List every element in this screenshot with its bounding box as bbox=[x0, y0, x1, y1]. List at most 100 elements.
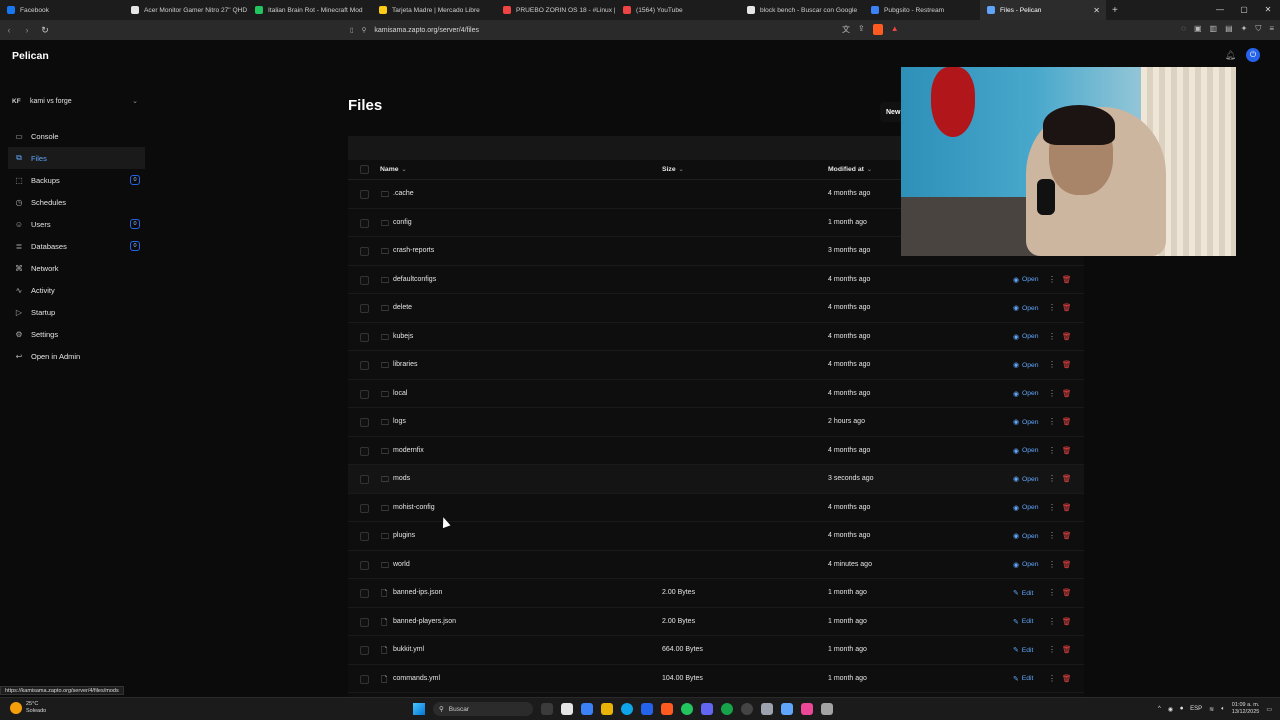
server-selector[interactable]: KF kami vs forge ⌄ bbox=[12, 94, 144, 108]
rewards-icon[interactable]: ▲ bbox=[891, 24, 899, 35]
open-button[interactable]: ◉Open bbox=[1013, 504, 1039, 512]
sidebar-toggle-icon[interactable]: ▥ bbox=[1210, 24, 1218, 34]
file-explorer-icon[interactable] bbox=[601, 703, 613, 715]
more-options-icon[interactable]: ⋮ bbox=[1048, 275, 1056, 284]
obs-icon[interactable] bbox=[741, 703, 753, 715]
table-row[interactable]: 🗀︎ defaultconfigs 4 months ago ◉ Open ⋮ 🗑︎ bbox=[348, 266, 1084, 294]
file-name[interactable]: defaultconfigs bbox=[393, 276, 436, 283]
open-button[interactable]: ◉Open bbox=[1013, 390, 1039, 398]
file-name[interactable]: commands.yml bbox=[393, 675, 440, 682]
clock[interactable]: 01:09 a. m. 13/12/2025 bbox=[1232, 702, 1260, 716]
open-button[interactable]: ◉Open bbox=[1013, 361, 1039, 370]
more-options-icon[interactable]: ⋮ bbox=[1048, 303, 1056, 312]
back-icon[interactable]: ‹ bbox=[0, 25, 18, 35]
more-options-icon[interactable]: ⋮ bbox=[1048, 617, 1056, 626]
trash-icon[interactable]: 🗑︎ bbox=[1062, 332, 1072, 341]
trash-icon[interactable]: 🗑︎ bbox=[1062, 446, 1072, 455]
more-options-icon[interactable]: ⋮ bbox=[1048, 446, 1056, 455]
open-button[interactable]: ◉Open bbox=[1013, 276, 1039, 284]
row-checkbox[interactable] bbox=[360, 674, 369, 684]
extension-icon[interactable]: ◌ bbox=[1181, 24, 1186, 34]
microphone-icon[interactable]: ⏺ bbox=[1180, 706, 1183, 713]
table-row[interactable]: 🗀︎ world 4 minutes ago ◉ Open ⋮ 🗑︎ bbox=[348, 551, 1084, 579]
trash-icon[interactable]: 🗑︎ bbox=[1062, 645, 1072, 654]
trash-icon[interactable]: 🗑︎ bbox=[1062, 474, 1072, 483]
column-name[interactable]: Name ⌄ bbox=[380, 166, 407, 173]
more-options-icon[interactable]: ⋮ bbox=[1048, 389, 1056, 398]
edge-icon[interactable] bbox=[621, 703, 633, 715]
row-checkbox[interactable] bbox=[360, 532, 369, 541]
browser-tab[interactable]: Tarjeta Madre | Mercado Libre bbox=[372, 0, 496, 20]
row-checkbox[interactable] bbox=[360, 418, 369, 427]
file-name[interactable]: bukkit.yml bbox=[393, 646, 424, 653]
sidebar-item-network[interactable]: ⌘ Network bbox=[8, 257, 145, 279]
address-bar[interactable]: ▯ ⚲ kamisama.zapto.org/server/4/files bbox=[350, 22, 910, 38]
sidebar-item-open-in-admin[interactable]: ↩ Open in Admin bbox=[8, 345, 145, 367]
browser-tab[interactable]: Italian Brain Rot - Minecraft Mod bbox=[248, 0, 372, 20]
task-view-icon[interactable] bbox=[541, 703, 553, 715]
row-checkbox[interactable] bbox=[360, 475, 369, 484]
open-button[interactable]: ◉Open bbox=[1013, 418, 1039, 427]
leo-icon[interactable]: ✦ bbox=[1241, 24, 1248, 34]
power-icon[interactable]: ⏻ bbox=[1246, 48, 1260, 62]
row-checkbox[interactable] bbox=[360, 275, 369, 285]
row-checkbox[interactable] bbox=[360, 218, 369, 228]
edit-button[interactable]: ✎ Edit bbox=[1013, 618, 1033, 626]
row-checkbox[interactable] bbox=[360, 646, 369, 655]
vpn-icon[interactable]: ⛉ bbox=[1255, 24, 1261, 34]
column-size[interactable]: Size ⌄ bbox=[662, 166, 684, 173]
tray-app-icon[interactable]: ◉ bbox=[1168, 706, 1173, 713]
translate-icon[interactable]: 文 bbox=[842, 24, 850, 35]
trash-icon[interactable]: 🗑︎ bbox=[1062, 303, 1072, 312]
widgets-icon[interactable] bbox=[561, 703, 573, 715]
more-options-icon[interactable]: ⋮ bbox=[1048, 588, 1056, 597]
maximize-icon[interactable]: ▢ bbox=[1232, 0, 1256, 20]
row-checkbox[interactable] bbox=[360, 332, 369, 342]
trash-icon[interactable]: 🗑︎ bbox=[1062, 674, 1072, 683]
row-checkbox[interactable] bbox=[360, 446, 369, 456]
table-row[interactable]: 🗀︎ mohist-config 4 months ago ◉ Open ⋮ 🗑︎ bbox=[348, 494, 1084, 522]
browser-tab[interactable]: Files - Pelican ✕ bbox=[980, 0, 1106, 20]
edit-button[interactable]: ✎ Edit bbox=[1013, 646, 1033, 655]
minimize-icon[interactable]: — bbox=[1208, 0, 1232, 20]
file-name[interactable]: modernfix bbox=[393, 447, 424, 454]
more-options-icon[interactable]: ⋮ bbox=[1048, 645, 1056, 654]
wifi-icon[interactable]: ≋ bbox=[1209, 706, 1214, 713]
trash-icon[interactable]: 🗑︎ bbox=[1062, 531, 1072, 540]
edit-button[interactable]: ✎ Edit bbox=[1013, 675, 1033, 683]
trash-icon[interactable]: 🗑︎ bbox=[1062, 389, 1072, 398]
row-checkbox[interactable] bbox=[360, 190, 369, 199]
open-button[interactable]: ◉Open bbox=[1013, 304, 1039, 313]
reload-icon[interactable]: ↻ bbox=[36, 25, 54, 36]
trash-icon[interactable]: 🗑︎ bbox=[1062, 503, 1072, 512]
tab-close-icon[interactable]: ✕ bbox=[1093, 6, 1100, 15]
file-name[interactable]: delete bbox=[393, 304, 412, 311]
minecraft-icon[interactable] bbox=[821, 703, 833, 715]
row-checkbox[interactable] bbox=[360, 389, 369, 399]
sidebar-item-startup[interactable]: ▷ Startup bbox=[8, 301, 145, 323]
brave-shields-icon[interactable] bbox=[872, 24, 883, 35]
row-checkbox[interactable] bbox=[360, 560, 369, 570]
edit-button[interactable]: ✎ Edit bbox=[1013, 589, 1033, 598]
row-checkbox[interactable] bbox=[360, 361, 369, 370]
url-text[interactable]: kamisama.zapto.org/server/4/files bbox=[374, 27, 479, 34]
table-row[interactable]: 🗀︎ kubejs 4 months ago ◉ Open ⋮ 🗑︎ bbox=[348, 323, 1084, 351]
share-icon[interactable]: ⇪ bbox=[858, 24, 865, 35]
table-row[interactable]: 🗀︎ logs 2 hours ago ◉ Open ⋮ 🗑︎ bbox=[348, 408, 1084, 437]
file-name[interactable]: plugins bbox=[393, 532, 415, 539]
browser-tab[interactable]: Acer Monitor Gamer Nitro 27" QHD bbox=[124, 0, 248, 20]
more-options-icon[interactable]: ⋮ bbox=[1048, 503, 1056, 512]
sidebar-item-files[interactable]: ⧉ Files bbox=[8, 147, 145, 169]
trash-icon[interactable]: 🗑︎ bbox=[1062, 417, 1072, 426]
file-name[interactable]: world bbox=[393, 561, 410, 568]
store-icon[interactable] bbox=[641, 703, 653, 715]
wallet-icon[interactable]: ▣ bbox=[1194, 24, 1202, 34]
open-button[interactable]: ◉Open bbox=[1013, 561, 1039, 569]
vscode-icon[interactable] bbox=[781, 703, 793, 715]
brave-icon[interactable] bbox=[661, 703, 673, 715]
sidebar-item-activity[interactable]: ∿ Activity bbox=[8, 279, 145, 301]
sidebar-item-schedules[interactable]: ◷ Schedules bbox=[8, 191, 145, 213]
sidebar-item-databases[interactable]: ≣ Databases 0 bbox=[8, 235, 145, 257]
trash-icon[interactable]: 🗑︎ bbox=[1062, 360, 1072, 369]
file-name[interactable]: banned-ips.json bbox=[393, 589, 442, 596]
